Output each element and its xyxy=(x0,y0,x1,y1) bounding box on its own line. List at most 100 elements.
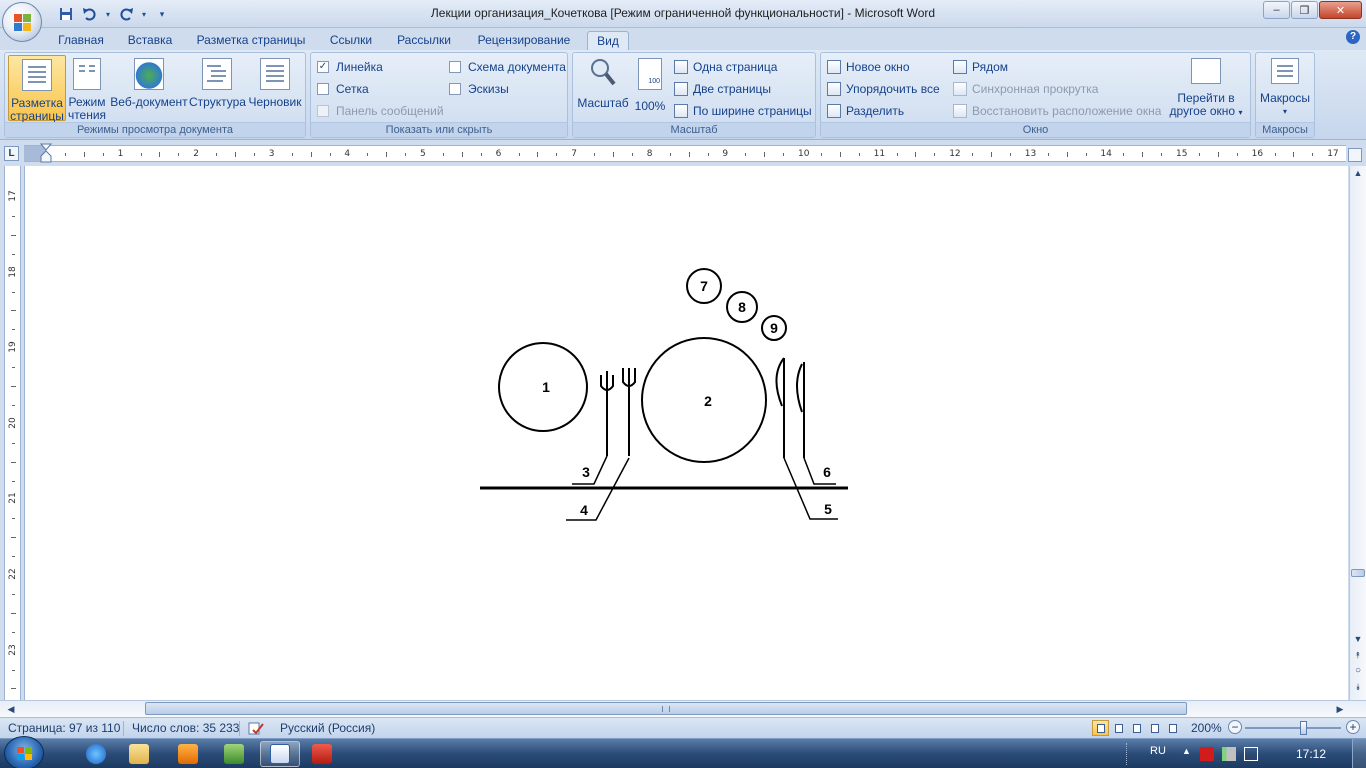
tab-home[interactable]: Главная xyxy=(52,31,110,50)
scroll-up-arrow-icon[interactable]: ▲ xyxy=(1351,166,1365,180)
zoom-slider-track[interactable] xyxy=(1245,727,1341,729)
windows-logo-icon xyxy=(17,747,33,761)
taskbar-pdf-reader[interactable] xyxy=(302,741,342,767)
ruler-tick xyxy=(12,593,15,595)
ruler-tick xyxy=(1198,153,1200,156)
ruler-tick xyxy=(12,215,15,217)
zoom-in-button[interactable]: + xyxy=(1346,720,1360,734)
ruler-tick xyxy=(140,153,142,156)
table-setting-diagram: 1 2 3 4 5 6 7 8 9 xyxy=(480,268,848,521)
group-label: Макросы xyxy=(1256,122,1314,137)
ruler-number: 17 xyxy=(1327,149,1339,159)
tab-insert[interactable]: Вставка xyxy=(120,31,180,50)
ruler-number: 5 xyxy=(420,149,426,159)
ruler-tick xyxy=(310,152,312,157)
horizontal-scroll-thumb[interactable] xyxy=(145,702,1187,715)
draft-button[interactable]: Черновик xyxy=(246,55,304,121)
close-button[interactable]: ✕ xyxy=(1319,1,1362,19)
tab-selector[interactable]: L xyxy=(4,146,19,161)
zoom-out-button[interactable]: − xyxy=(1228,720,1242,734)
taskbar-word[interactable] xyxy=(260,741,300,767)
page-width-button[interactable]: По ширине страницы xyxy=(674,101,812,121)
new-window-button[interactable]: Новое окно xyxy=(827,57,910,77)
tab-mailings[interactable]: Рассылки xyxy=(391,31,457,50)
word-count-status[interactable]: Число слов: 35 233 xyxy=(132,721,239,735)
full-screen-reading-button[interactable]: Режим чтения xyxy=(67,55,107,122)
input-language[interactable]: RU xyxy=(1150,745,1166,757)
split-button[interactable]: Разделить xyxy=(827,101,904,121)
draft-view-icon[interactable] xyxy=(1164,720,1181,736)
show-desktop-button[interactable] xyxy=(1352,739,1366,768)
vertical-scrollbar[interactable]: ▲ ▼ ⯭ ○ ⯯ xyxy=(1349,166,1366,700)
show-hidden-icons-icon[interactable]: ▲ xyxy=(1182,746,1191,756)
horizontal-ruler[interactable]: 1 2 3 4 5 6 7 8 9 10 11 12 13 14 15 16 17 xyxy=(24,145,1346,162)
network-signal-icon[interactable] xyxy=(1222,747,1236,761)
one-page-button[interactable]: Одна страница xyxy=(674,57,777,77)
zoom-100-button[interactable]: 100 100% xyxy=(631,55,669,121)
scroll-down-arrow-icon[interactable]: ▼ xyxy=(1351,632,1365,646)
print-layout-button[interactable]: Разметка страницы xyxy=(8,55,66,123)
document-page[interactable]: 1 2 3 4 5 6 7 8 9 xyxy=(24,166,1348,700)
reset-window-position-button: Восстановить расположение окна xyxy=(953,101,1161,121)
indent-marker-icon[interactable] xyxy=(40,143,52,163)
tab-page-layout[interactable]: Разметка страницы xyxy=(191,31,311,50)
language-status[interactable]: Русский (Россия) xyxy=(280,721,375,735)
print-layout-view-icon[interactable] xyxy=(1092,720,1109,736)
office-button[interactable] xyxy=(2,2,42,42)
tab-review[interactable]: Рецензирование xyxy=(468,31,580,50)
start-button[interactable] xyxy=(4,736,44,768)
maximize-button[interactable]: ❐ xyxy=(1291,1,1318,19)
ruler-tick xyxy=(1312,153,1314,156)
taskbar-internet-explorer[interactable] xyxy=(76,741,116,767)
horizontal-scrollbar[interactable]: ◀ ▶ xyxy=(0,700,1366,717)
ruler-number: 11 xyxy=(873,149,886,159)
two-pages-button[interactable]: Две страницы xyxy=(674,79,771,99)
arrange-all-button[interactable]: Упорядочить все xyxy=(827,79,940,99)
ruler-number: 20 xyxy=(8,417,18,429)
fork-4-icon xyxy=(622,368,636,456)
view-ruler-icon[interactable] xyxy=(1348,148,1362,162)
ruler-number: 15 xyxy=(1176,149,1188,159)
help-icon[interactable]: ? xyxy=(1346,30,1360,44)
taskbar-app[interactable] xyxy=(214,741,254,767)
vertical-ruler[interactable]: 17 18 19 20 21 22 23 xyxy=(4,166,21,700)
switch-windows-button[interactable]: Перейти в другое окно ▾ xyxy=(1165,55,1247,121)
macros-button[interactable]: Макросы ▾ xyxy=(1258,55,1312,121)
web-view-icon[interactable] xyxy=(1128,720,1145,736)
outline-view-icon[interactable] xyxy=(1146,720,1163,736)
taskbar-media-player[interactable] xyxy=(168,741,208,767)
tab-view[interactable]: Вид xyxy=(587,31,629,50)
ruler-checkbox[interactable]: ✓ Линейка xyxy=(317,57,383,77)
gridlines-checkbox[interactable]: Сетка xyxy=(317,79,369,99)
select-browse-object-icon[interactable]: ○ xyxy=(1351,664,1365,678)
reading-view-icon[interactable] xyxy=(1110,720,1127,736)
tab-references[interactable]: Ссылки xyxy=(322,31,380,50)
document-map-checkbox[interactable]: Схема документа xyxy=(449,57,566,77)
word-icon xyxy=(270,744,290,764)
vertical-scroll-thumb[interactable] xyxy=(1351,569,1365,577)
taskbar-explorer[interactable] xyxy=(119,741,159,767)
scroll-right-arrow-icon[interactable]: ▶ xyxy=(1333,702,1347,716)
side-by-side-button[interactable]: Рядом xyxy=(953,57,1008,77)
status-bar: Страница: 97 из 110 Число слов: 35 233 Р… xyxy=(0,717,1366,738)
previous-page-icon[interactable]: ⯭ xyxy=(1351,648,1365,662)
ruler-tick xyxy=(442,153,444,156)
ruler-tick xyxy=(556,153,558,156)
proofing-icon[interactable] xyxy=(247,721,265,736)
antivirus-icon[interactable] xyxy=(1200,747,1214,761)
web-layout-button[interactable]: Веб-документ xyxy=(109,55,189,121)
outline-button[interactable]: Структура xyxy=(189,55,246,121)
thumbnails-checkbox[interactable]: Эскизы xyxy=(449,79,509,99)
grip-icon xyxy=(662,706,670,712)
power-icon[interactable] xyxy=(1244,747,1258,761)
minimize-button[interactable]: ‒ xyxy=(1263,1,1290,19)
clock[interactable]: 17:12 xyxy=(1296,747,1326,761)
page-count-status[interactable]: Страница: 97 из 110 xyxy=(8,721,120,735)
zoom-level[interactable]: 200% xyxy=(1191,721,1222,735)
sync-scroll-icon xyxy=(953,82,967,96)
next-page-icon[interactable]: ⯯ xyxy=(1351,680,1365,694)
ruler-tick xyxy=(1085,153,1087,156)
zoom-button[interactable]: Масштаб xyxy=(576,55,630,121)
zoom-slider-thumb[interactable] xyxy=(1300,721,1307,735)
scroll-left-arrow-icon[interactable]: ◀ xyxy=(4,702,18,716)
